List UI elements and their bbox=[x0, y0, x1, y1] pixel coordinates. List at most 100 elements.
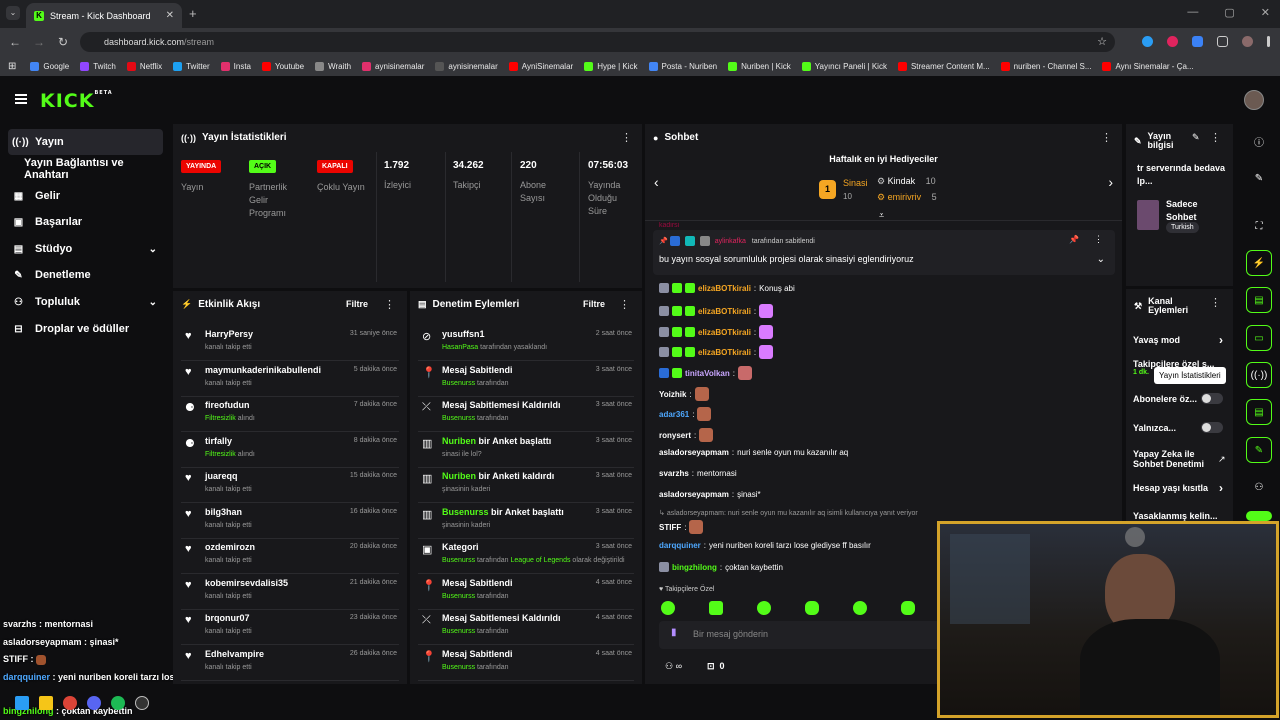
moderation-row[interactable]: ▥ Nuriben bir Anketi kaldırdı şinasinin ka… bbox=[418, 467, 634, 503]
bookmark-item[interactable]: Twitter bbox=[173, 61, 210, 71]
chat-username[interactable]: Yoizhik bbox=[659, 390, 686, 399]
channel-points[interactable]: ⚇ ∞ bbox=[665, 661, 682, 672]
bookmark-star-icon[interactable]: ☆ bbox=[1097, 32, 1107, 52]
file-explorer-icon[interactable] bbox=[39, 696, 53, 710]
chat-username[interactable]: asladorseyapmam bbox=[659, 490, 729, 499]
more-options-icon[interactable]: ⋮ bbox=[1210, 296, 1221, 309]
bookmark-item[interactable]: Streamer Content M... bbox=[897, 61, 990, 71]
chrome-icon[interactable] bbox=[63, 696, 77, 710]
sidebar-item-topluluk[interactable]: ⚇ Topluluk ⌄ bbox=[8, 289, 163, 315]
apps-grid-icon[interactable]: ⊞ bbox=[8, 61, 16, 72]
prev-gifters-icon[interactable]: ‹ bbox=[654, 174, 659, 190]
bookmark-item[interactable]: Google bbox=[30, 61, 69, 71]
browser-tab[interactable]: K Stream - Kick Dashboard ✕ bbox=[26, 3, 182, 28]
wrench-icon[interactable]: ✎ bbox=[1246, 437, 1272, 463]
chat-username[interactable]: elizaBOTkirali bbox=[698, 307, 751, 316]
extension-icon[interactable] bbox=[1142, 36, 1153, 47]
chat-username[interactable]: STIFF bbox=[659, 523, 681, 532]
activity-row[interactable]: ⚈ tirfally Filtresizlik alındı 8 dakika önc… bbox=[181, 432, 399, 468]
emote-icon[interactable] bbox=[661, 601, 675, 615]
sidebar-item-gelir[interactable]: ▦ Gelir bbox=[8, 183, 163, 209]
reload-icon[interactable]: ↻ bbox=[52, 35, 74, 49]
emote-icon[interactable] bbox=[709, 601, 723, 615]
moderation-row[interactable]: ▥ Nuriben bir Anket başlattı sinasi ile lo… bbox=[418, 432, 634, 468]
activity-row[interactable]: ♥ maymunkaderinikabullendi kanalı takip et… bbox=[181, 361, 399, 397]
windows-start-icon[interactable] bbox=[15, 696, 29, 710]
next-gifters-icon[interactable]: › bbox=[1108, 174, 1113, 190]
sidebar-item-denetleme[interactable]: ✎ Denetleme bbox=[8, 262, 163, 288]
close-tab-icon[interactable]: ✕ bbox=[166, 10, 174, 21]
chat-message[interactable]: tinitaVolkan: bbox=[659, 366, 752, 380]
layout-icon[interactable]: ▤ bbox=[1246, 399, 1272, 425]
filter-button[interactable]: Filtre bbox=[346, 299, 368, 309]
emote-icon[interactable] bbox=[805, 601, 819, 615]
moderation-row[interactable]: ⤫ Mesaj Sabitlemesi Kaldırıldı Busenurss t… bbox=[418, 396, 634, 432]
action-slow-mode[interactable]: Yavaş mod › bbox=[1133, 333, 1229, 347]
chat-message[interactable]: svarzhs: mentornasi bbox=[659, 469, 737, 478]
document-icon[interactable]: ▤ bbox=[1246, 287, 1272, 313]
chat-username[interactable]: bingzhilong bbox=[672, 563, 717, 572]
activity-row[interactable]: ♥ HarryPersy kanalı takip etti 31 saniye ön… bbox=[181, 325, 399, 361]
chevron-down-icon[interactable]: ⌄ bbox=[1097, 254, 1105, 265]
action-subscribers-only[interactable]: Abonelere öz... bbox=[1133, 393, 1229, 404]
chat-username[interactable]: elizaBOTkirali bbox=[698, 328, 751, 337]
chat-message[interactable]: bingzhilong: çoktan kaybettin bbox=[659, 562, 783, 572]
bookmark-item[interactable]: Youtube bbox=[262, 61, 304, 71]
back-icon[interactable]: ← bbox=[4, 35, 26, 49]
activity-row[interactable]: ♥ kobemirsevdalisi35 kanalı takip etti 21 d… bbox=[181, 574, 399, 610]
spotify-icon[interactable] bbox=[111, 696, 125, 710]
external-link-icon[interactable]: ↗ bbox=[1218, 454, 1226, 465]
chat-username[interactable]: darqquiner bbox=[659, 541, 701, 550]
activity-row[interactable]: ⚈ fireofudun Filtresizlik alındı 7 dakika ö… bbox=[181, 396, 399, 432]
action-account-age[interactable]: Hesap yaşı kısıtla › bbox=[1133, 481, 1229, 495]
bookmark-item[interactable]: Posta - Nuriben bbox=[648, 61, 717, 71]
chat-username[interactable]: asladorseyapmam bbox=[659, 448, 729, 457]
new-tab-icon[interactable]: + bbox=[189, 6, 197, 21]
obs-icon[interactable] bbox=[135, 696, 149, 710]
chat-username[interactable]: elizaBOTkirali bbox=[698, 348, 751, 357]
bookmark-item[interactable]: Insta bbox=[220, 61, 251, 71]
action-banned-words[interactable]: Yasaklanmış kelin... bbox=[1133, 511, 1229, 521]
moderation-row[interactable]: ▥ Busenurss bir Anket başlattı şinasinin k… bbox=[418, 503, 634, 539]
chat-icon[interactable]: ▭ bbox=[1246, 325, 1272, 351]
chat-message[interactable]: adar361: bbox=[659, 407, 712, 421]
action-ai-moderation[interactable]: Yapay Zeka ile Sohbet Denetimi bbox=[1133, 449, 1213, 469]
bookmark-item[interactable]: aynisinemalar bbox=[362, 61, 424, 71]
bookmark-item[interactable]: nuriben - Channel S... bbox=[1000, 61, 1091, 71]
extension-icon[interactable] bbox=[1167, 36, 1178, 47]
community-icon[interactable]: ⚇ bbox=[1246, 474, 1272, 500]
more-options-icon[interactable]: ⋮ bbox=[384, 298, 395, 311]
pin-icon[interactable]: 📌 bbox=[1069, 235, 1079, 244]
bookmark-item[interactable]: Netflix bbox=[126, 61, 162, 71]
close-window-icon[interactable]: ✕ bbox=[1261, 6, 1270, 19]
extension-icon[interactable] bbox=[1192, 36, 1203, 47]
chest-counter[interactable]: ⊡ 0 bbox=[707, 661, 725, 672]
stream-stats-icon[interactable]: ((·)) bbox=[1246, 362, 1272, 388]
more-options-icon[interactable]: ⋮ bbox=[1210, 131, 1221, 144]
sidebar-item-yayin[interactable]: ((·)) Yayın bbox=[8, 129, 163, 155]
sidebar-item-basarilar[interactable]: ▣ Başarılar bbox=[8, 209, 163, 235]
chat-username[interactable]: ronysert bbox=[659, 431, 691, 440]
bookmark-item[interactable]: AyniSinemalar bbox=[508, 61, 573, 71]
activity-row[interactable]: ♥ bilg3han kanalı takip etti 16 dakika önce bbox=[181, 503, 399, 539]
moderation-row[interactable]: 📍 Mesaj Sabitlendi Busenurss tarafından 4 s… bbox=[418, 645, 634, 681]
activity-row[interactable]: ♥ juareqq kanalı takip etti 15 dakika önce bbox=[181, 467, 399, 503]
maximize-icon[interactable]: ▢ bbox=[1224, 6, 1234, 19]
filter-button[interactable]: Filtre bbox=[583, 299, 605, 309]
emote-icon[interactable] bbox=[901, 601, 915, 615]
sidebar-item-droplar[interactable]: ⊟ Droplar ve ödüller bbox=[8, 316, 163, 342]
activity-row[interactable]: ♥ ozdemirozn kanalı takip etti 20 dakika ön… bbox=[181, 538, 399, 574]
more-options-icon[interactable]: ⋮ bbox=[1101, 131, 1112, 144]
sidebar-item-stream-key[interactable]: Yayın Bağlantısı ve Anahtarı bbox=[8, 156, 163, 182]
edit-icon[interactable]: ✎ bbox=[1192, 132, 1200, 143]
chat-username[interactable]: tinitaVolkan bbox=[685, 369, 730, 378]
emote-icon[interactable] bbox=[853, 601, 867, 615]
chat-username[interactable]: svarzhs bbox=[659, 469, 689, 478]
moderation-row[interactable]: ⤫ Mesaj Sabitlemesi Kaldırıldı Busenurss t… bbox=[418, 609, 634, 645]
chat-message[interactable]: elizaBOTkirali: bbox=[659, 325, 774, 339]
chat-message[interactable]: darqquiner: yeni nuriben koreli tarzı los… bbox=[659, 541, 871, 550]
chat-message[interactable]: ronysert: bbox=[659, 428, 714, 442]
chat-message[interactable]: Yoizhik: bbox=[659, 387, 709, 401]
chat-username[interactable]: adar361 bbox=[659, 410, 689, 419]
bookmark-item[interactable]: Hype | Kick bbox=[584, 61, 638, 71]
